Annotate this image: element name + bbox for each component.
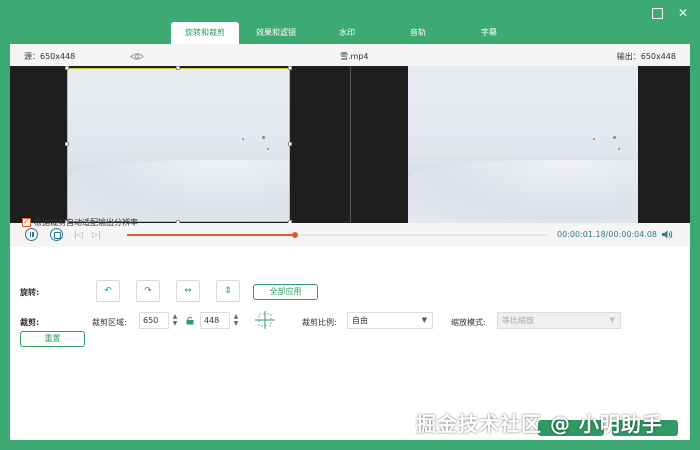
zoom-mode-label: 缩放模式: — [451, 318, 486, 327]
window-controls: ✕ — [650, 6, 690, 20]
auto-fit-checkbox[interactable] — [22, 217, 31, 227]
crop-ratio-select[interactable]: 自由 ▼ — [347, 312, 433, 329]
rotate-label: 旋转: — [20, 288, 40, 297]
rotate-right-icon: ↷ — [144, 286, 152, 296]
crosshair-icon[interactable] — [253, 309, 277, 331]
flip-horizontal-button[interactable]: ⇔ — [176, 280, 200, 302]
rotate-right-button[interactable]: ↷ — [136, 280, 160, 302]
watermark-text: 掘金技术社区 @ 小明助手 — [416, 412, 663, 436]
maximize-icon[interactable] — [650, 6, 664, 20]
crop-handle[interactable] — [288, 142, 292, 146]
close-icon[interactable]: ✕ — [676, 6, 690, 20]
flip-vertical-icon: ⇕ — [224, 286, 232, 296]
crop-area-label: 裁剪区域: — [92, 318, 127, 327]
chevron-down-icon: ▼ — [421, 316, 427, 324]
apply-all-button[interactable]: 全部应用 — [253, 284, 318, 300]
source-resolution: 源：650x448 — [24, 52, 76, 61]
crop-label: 裁剪: — [20, 318, 40, 327]
output-video-frame — [408, 66, 638, 223]
chevron-down-icon: ▼ — [609, 316, 615, 324]
output-preview — [351, 66, 690, 223]
crop-height-stepper[interactable]: ▲ ▼ — [232, 313, 240, 328]
rotate-left-icon: ↶ — [104, 286, 112, 296]
crop-selection-box[interactable] — [65, 66, 292, 223]
crop-width-input[interactable]: 650 — [139, 312, 169, 329]
output-resolution: 输出：650x448 — [616, 52, 676, 61]
flip-horizontal-icon: ⇔ — [184, 286, 192, 296]
flip-vertical-button[interactable]: ⇕ — [216, 280, 240, 302]
video-editor-window: ✕ 旋转和裁剪 效果和滤镜 水印 音轨 字幕 源：650x448 雪.mp4 输… — [0, 0, 700, 450]
zoom-mode-select: 等比缩放 ▼ — [497, 312, 621, 329]
crop-height-input[interactable]: 448 — [200, 312, 230, 329]
tab-audio-track[interactable]: 音轨 — [384, 22, 452, 44]
tab-rotate-crop[interactable]: 旋转和裁剪 — [171, 22, 239, 44]
crop-handle[interactable] — [65, 66, 69, 70]
lock-icon[interactable] — [186, 316, 194, 325]
crop-handle[interactable] — [176, 66, 180, 70]
auto-fit-option[interactable]: 根据裁剪自动适配输出分辨率 — [22, 217, 138, 228]
tab-watermark[interactable]: 水印 — [313, 22, 381, 44]
zoom-mode-value: 等比缩放 — [502, 316, 534, 325]
crop-width-stepper[interactable]: ▲ ▼ — [171, 313, 179, 328]
crop-handle[interactable] — [65, 142, 69, 146]
eye-icon[interactable] — [130, 52, 144, 61]
rotate-left-button[interactable]: ↶ — [96, 280, 120, 302]
preview-header: 源：650x448 雪.mp4 输出：650x448 — [10, 44, 690, 66]
auto-fit-label: 根据裁剪自动适配输出分辨率 — [34, 218, 138, 227]
reset-button[interactable]: 重置 — [20, 331, 85, 347]
crop-ratio-label: 裁剪比例: — [302, 318, 337, 327]
source-preview[interactable] — [10, 66, 350, 223]
tab-effects-filters[interactable]: 效果和滤镜 — [242, 22, 310, 44]
file-name: 雪.mp4 — [340, 52, 369, 61]
tab-subtitles[interactable]: 字幕 — [455, 22, 523, 44]
crop-ratio-value: 自由 — [352, 316, 368, 325]
crop-handle[interactable] — [288, 66, 292, 70]
tab-bar: 旋转和裁剪 效果和滤镜 水印 音轨 字幕 — [171, 22, 526, 44]
